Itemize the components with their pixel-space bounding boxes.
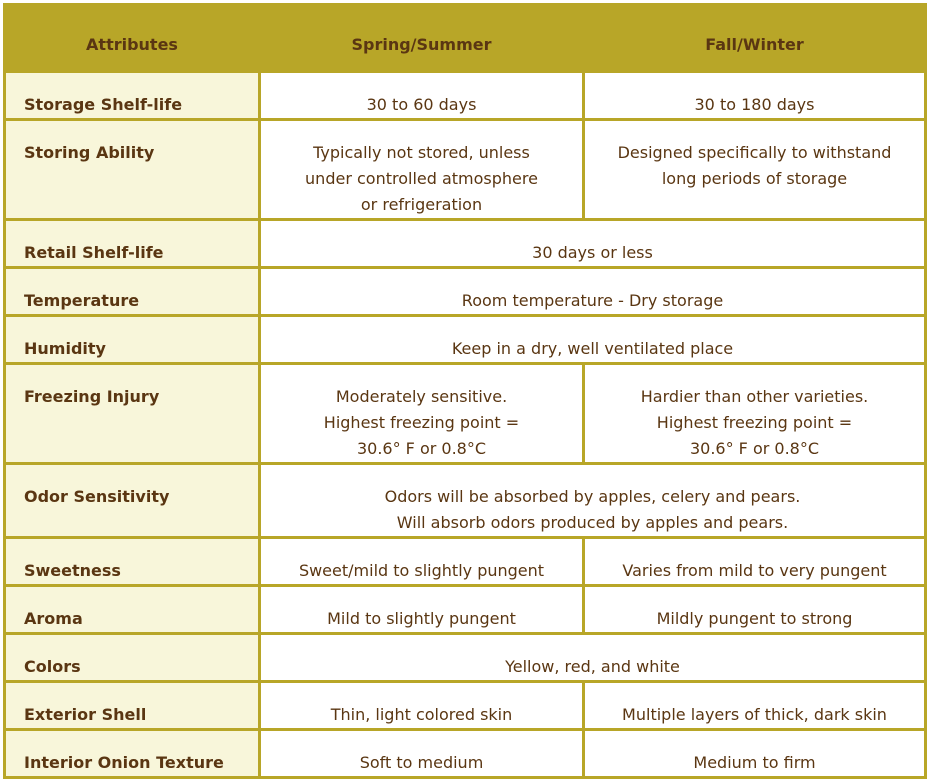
spring-summer-cell: Moderately sensitive. Highest freezing po… bbox=[261, 365, 582, 462]
attribute-label: Interior Onion Texture bbox=[6, 731, 258, 776]
spring-summer-cell: Mild to slightly pungent bbox=[261, 587, 582, 632]
attribute-label: Storing Ability bbox=[6, 121, 258, 218]
attribute-label: Retail Shelf-life bbox=[6, 221, 258, 266]
table-row: Storage Shelf-life 30 to 60 days 30 to 180… bbox=[6, 73, 924, 118]
header-fall-winter: Fall/Winter bbox=[705, 34, 804, 54]
cell-line: Hardier than other varieties. bbox=[640, 387, 869, 406]
cell-line: 30.6° F or 0.8°C bbox=[689, 439, 820, 458]
table-row: Interior Onion Texture Soft to medium Medi… bbox=[6, 731, 924, 776]
header-row: Attributes Spring/Summer Fall/Winter bbox=[6, 6, 924, 70]
fall-winter-cell: Varies from mild to very pungent bbox=[585, 539, 924, 584]
shared-value-cell: Odors will be absorbed by apples, celery… bbox=[261, 465, 924, 536]
cell-line: or refrigeration bbox=[360, 195, 483, 214]
cell-line: 30.6° F or 0.8°C bbox=[356, 439, 487, 458]
shared-value-cell: 30 days or less bbox=[261, 221, 924, 266]
fall-winter-cell: Medium to firm bbox=[585, 731, 924, 776]
attribute-label: Aroma bbox=[6, 587, 258, 632]
table-row: Freezing Injury Moderately sensitive. High… bbox=[6, 365, 924, 462]
fall-winter-cell: Mildly pungent to strong bbox=[585, 587, 924, 632]
fall-winter-cell: Hardier than other varieties. Highest fre… bbox=[585, 365, 924, 462]
spring-summer-cell: 30 to 60 days bbox=[261, 73, 582, 118]
onion-comparison-table: Attributes Spring/Summer Fall/Winter Sto… bbox=[3, 3, 927, 779]
fall-winter-cell: Multiple layers of thick, dark skin bbox=[585, 683, 924, 728]
spring-summer-cell: Sweet/mild to slightly pungent bbox=[261, 539, 582, 584]
attribute-label: Storage Shelf-life bbox=[6, 73, 258, 118]
header-spring-summer: Spring/Summer bbox=[351, 34, 492, 54]
attribute-label: Temperature bbox=[6, 269, 258, 314]
cell-line: Highest freezing point = bbox=[323, 413, 520, 432]
table-row: Humidity Keep in a dry, well ventilated p… bbox=[6, 317, 924, 362]
shared-value-cell: Keep in a dry, well ventilated place bbox=[261, 317, 924, 362]
shared-value-cell: Yellow, red, and white bbox=[261, 635, 924, 680]
shared-value-cell: Room temperature - Dry storage bbox=[261, 269, 924, 314]
attribute-label: Sweetness bbox=[6, 539, 258, 584]
spring-summer-cell: Thin, light colored skin bbox=[261, 683, 582, 728]
cell-line: Will absorb odors produced by apples and… bbox=[396, 513, 789, 532]
attribute-label: Exterior Shell bbox=[6, 683, 258, 728]
table-row: Aroma Mild to slightly pungent Mildly pung… bbox=[6, 587, 924, 632]
attribute-label: Humidity bbox=[6, 317, 258, 362]
cell-line: Typically not stored, unless bbox=[313, 143, 530, 162]
table-row: Exterior Shell Thin, light colored skin Mu… bbox=[6, 683, 924, 728]
table-row: Odor Sensitivity Odors will be absorbed b… bbox=[6, 465, 924, 536]
spring-summer-cell: Typically not stored, unless under contro… bbox=[261, 121, 582, 218]
table-row: Sweetness Sweet/mild to slightly pungent V… bbox=[6, 539, 924, 584]
attribute-label: Colors bbox=[6, 635, 258, 680]
cell-line: long periods of storage bbox=[661, 169, 848, 188]
fall-winter-cell: Designed specifically to withstand long p… bbox=[585, 121, 924, 218]
cell-line: Moderately sensitive. bbox=[335, 387, 508, 406]
table-row: Colors Yellow, red, and white bbox=[6, 635, 924, 680]
table-row: Retail Shelf-life 30 days or less bbox=[6, 221, 924, 266]
spring-summer-cell: Soft to medium bbox=[261, 731, 582, 776]
fall-winter-cell: 30 to 180 days bbox=[585, 73, 924, 118]
cell-line: Highest freezing point = bbox=[656, 413, 853, 432]
table-row: Storing Ability Typically not stored, unl… bbox=[6, 121, 924, 218]
cell-line: Designed specifically to withstand bbox=[617, 143, 892, 162]
cell-line: Odors will be absorbed by apples, celery… bbox=[384, 487, 801, 506]
cell-line: under controlled atmosphere bbox=[305, 169, 538, 188]
table-row: Temperature Room temperature - Dry storag… bbox=[6, 269, 924, 314]
attribute-label: Odor Sensitivity bbox=[6, 465, 258, 536]
header-attributes: Attributes bbox=[86, 34, 178, 54]
attribute-label: Freezing Injury bbox=[6, 365, 258, 462]
